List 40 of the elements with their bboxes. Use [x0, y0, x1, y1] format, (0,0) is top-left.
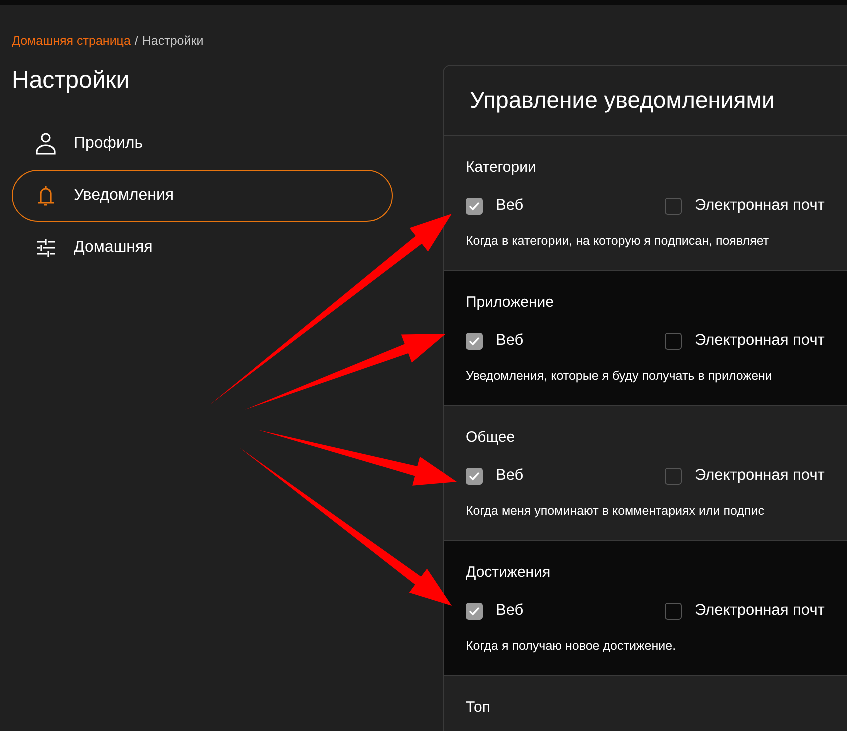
section-description: Когда я получаю новое достижение.: [466, 638, 676, 655]
breadcrumb-link[interactable]: Домашняя страница: [12, 32, 131, 50]
checkbox-option[interactable]: Электронная почт: [665, 329, 825, 353]
checkbox-option[interactable]: Электронная почт: [665, 194, 825, 218]
checkbox[interactable]: [665, 198, 682, 214]
nav-item[interactable]: Уведомления: [12, 170, 393, 222]
person-icon: [35, 132, 57, 156]
checkbox-option[interactable]: Веб: [466, 599, 665, 623]
section-description: Уведомления, которые я буду получать в приложени: [466, 368, 772, 385]
checkbox-option[interactable]: Веб: [466, 194, 665, 218]
breadcrumb-current: Настройки: [142, 32, 204, 50]
check-icon: [469, 606, 480, 616]
check-icon: [469, 472, 480, 480]
checkbox[interactable]: [466, 198, 483, 214]
checkbox[interactable]: [466, 332, 483, 350]
sliders-icon: [35, 237, 57, 259]
checkbox[interactable]: [466, 602, 483, 620]
checkbox-option[interactable]: Электронная почт: [665, 599, 825, 623]
nav-item[interactable]: Домашняя: [12, 222, 393, 274]
nav-item[interactable]: Профиль: [12, 118, 393, 170]
section-description: Когда меня упоминают в комментариях или подпис: [466, 503, 764, 520]
check-icon: [469, 336, 480, 346]
checkbox-option[interactable]: Электронная почт: [665, 464, 825, 488]
section-title: Топ: [466, 698, 490, 718]
section-title: Общее: [466, 428, 516, 448]
breadcrumb-separator: /: [134, 32, 138, 50]
checkbox[interactable]: [665, 602, 682, 620]
section-title: Категории: [466, 158, 536, 178]
check-icon: [469, 202, 480, 210]
section-description: Когда в категории, на которую я подписан, появляет: [466, 233, 770, 250]
section-title: Достижения: [466, 563, 551, 583]
checkbox[interactable]: [665, 468, 682, 484]
page-title: Настройки: [12, 66, 131, 96]
checkbox-option[interactable]: Веб: [466, 329, 665, 353]
panel-title: Управление уведомлениями: [470, 86, 775, 116]
bell-icon: [35, 184, 57, 208]
checkbox[interactable]: [665, 332, 682, 350]
checkbox[interactable]: [466, 468, 483, 484]
checkbox-option[interactable]: Веб: [466, 464, 665, 488]
section-title: Приложение: [466, 293, 554, 313]
